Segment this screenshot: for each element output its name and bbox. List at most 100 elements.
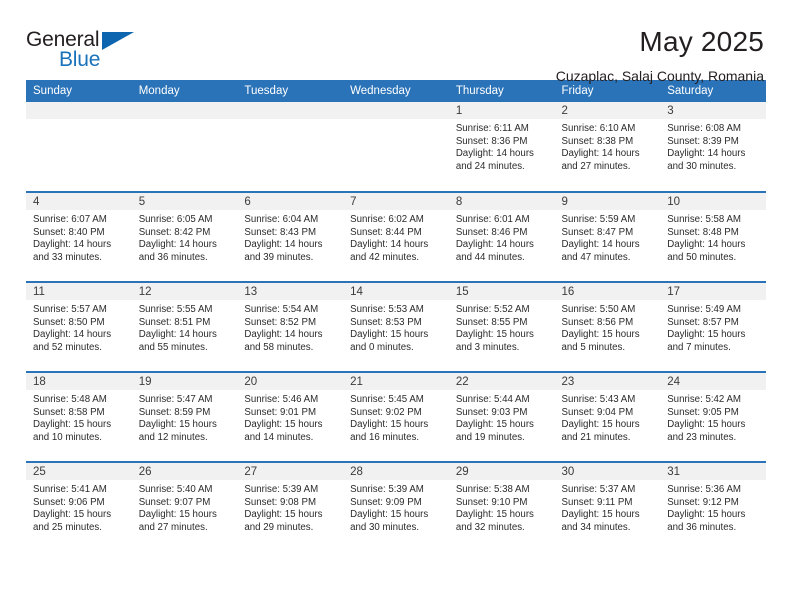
calendar-day-cell[interactable]: 18 Sunrise: 5:48 AM Sunset: 8:58 PM Dayligh… — [26, 371, 132, 462]
calendar-day-cell[interactable]: 2 Sunrise: 6:10 AM Sunset: 8:38 PM Daylight… — [554, 102, 661, 192]
day-detail-line: Sunrise: 6:01 AM — [455, 214, 530, 225]
calendar-week-row: 25 Sunrise: 5:41 AM Sunset: 9:06 PM Dayligh… — [26, 461, 766, 552]
day-detail-line: Sunset: 8:57 PM — [667, 316, 739, 328]
calendar-day-cell[interactable]: 20 Sunrise: 5:46 AM Sunset: 9:01 PM Dayligh… — [237, 371, 344, 462]
day-detail-line: Sunrise: 5:43 AM — [561, 394, 636, 405]
day-detail-line: Daylight: 14 hours — [350, 239, 429, 251]
calendar-week-row: 1 Sunrise: 6:11 AM Sunset: 8:36 PM Daylight… — [26, 102, 766, 192]
day-detail-line: Daylight: 14 hours — [33, 329, 112, 341]
day-detail-line: Sunrise: 5:46 AM — [244, 394, 319, 405]
day-detail-line: Daylight: 14 hours — [667, 239, 746, 251]
day-detail-line: Daylight: 14 hours — [561, 148, 640, 160]
day-detail-line: Sunrise: 5:39 AM — [244, 484, 319, 495]
day-number: 14 — [343, 283, 449, 300]
day-detail-line: Daylight: 15 hours — [33, 509, 112, 521]
day-detail-line: and 23 minutes. — [667, 431, 737, 443]
calendar-day-cell[interactable]: 24 Sunrise: 5:42 AM Sunset: 9:05 PM Dayligh… — [660, 371, 766, 462]
calendar-day-cell[interactable]: 11 Sunrise: 5:57 AM Sunset: 8:50 PM Dayligh… — [26, 281, 132, 372]
calendar-day-cell[interactable]: 19 Sunrise: 5:47 AM Sunset: 8:59 PM Dayligh… — [131, 371, 238, 462]
day-details: Sunrise: 5:39 AM Sunset: 9:08 PM Daylight:… — [237, 480, 343, 534]
calendar-day-cell[interactable]: 8 Sunrise: 6:01 AM Sunset: 8:46 PM Daylight… — [448, 191, 555, 282]
calendar-day-cell[interactable]: 14 Sunrise: 5:53 AM Sunset: 8:53 PM Dayligh… — [343, 281, 449, 372]
day-number: 23 — [554, 373, 661, 390]
weekday-header-wednesday: Wednesday — [343, 80, 449, 102]
day-detail-line: Daylight: 15 hours — [244, 509, 323, 521]
day-number: 3 — [660, 102, 766, 119]
calendar-day-cell-empty — [237, 102, 344, 192]
day-detail-line: Daylight: 14 hours — [138, 239, 217, 251]
weekday-header-tuesday: Tuesday — [237, 80, 344, 102]
day-detail-line: Daylight: 15 hours — [138, 419, 217, 431]
calendar-day-cell[interactable]: 17 Sunrise: 5:49 AM Sunset: 8:57 PM Dayligh… — [660, 281, 766, 372]
day-detail-line: and 39 minutes. — [244, 251, 314, 263]
calendar-day-cell[interactable]: 21 Sunrise: 5:45 AM Sunset: 9:02 PM Dayligh… — [343, 371, 449, 462]
calendar-day-cell[interactable]: 5 Sunrise: 6:05 AM Sunset: 8:42 PM Daylight… — [131, 191, 238, 282]
calendar-day-cell[interactable]: 3 Sunrise: 6:08 AM Sunset: 8:39 PM Daylight… — [660, 102, 766, 192]
day-details: Sunrise: 5:53 AM Sunset: 8:53 PM Daylight:… — [343, 300, 449, 354]
day-detail-line: Daylight: 15 hours — [455, 509, 534, 521]
day-detail-line: Sunrise: 6:02 AM — [350, 214, 424, 225]
day-detail-line: and 36 minutes. — [138, 251, 208, 263]
calendar-day-cell[interactable]: 31 Sunrise: 5:36 AM Sunset: 9:12 PM Dayligh… — [660, 461, 766, 552]
calendar-day-cell[interactable]: 13 Sunrise: 5:54 AM Sunset: 8:52 PM Dayligh… — [237, 281, 344, 372]
day-detail-line: Sunrise: 5:37 AM — [561, 484, 636, 495]
calendar-day-cell[interactable]: 27 Sunrise: 5:39 AM Sunset: 9:08 PM Dayligh… — [237, 461, 344, 552]
calendar-day-cell[interactable]: 15 Sunrise: 5:52 AM Sunset: 8:55 PM Dayligh… — [448, 281, 555, 372]
calendar-day-cell[interactable]: 28 Sunrise: 5:39 AM Sunset: 9:09 PM Dayligh… — [343, 461, 449, 552]
day-detail-line: Sunrise: 5:54 AM — [244, 304, 319, 315]
day-details: Sunrise: 5:50 AM Sunset: 8:56 PM Daylight:… — [555, 300, 661, 354]
calendar-day-cell[interactable]: 25 Sunrise: 5:41 AM Sunset: 9:06 PM Dayligh… — [26, 461, 132, 552]
day-detail-line: Sunrise: 6:04 AM — [244, 214, 319, 225]
day-detail-line: Sunset: 8:42 PM — [138, 226, 211, 238]
calendar-day-cell[interactable]: 12 Sunrise: 5:55 AM Sunset: 8:51 PM Dayligh… — [131, 281, 238, 372]
day-details: Sunrise: 5:47 AM Sunset: 8:59 PM Daylight:… — [132, 390, 238, 444]
title-block: May 2025 Cuzaplac, Salaj County, Romania — [556, 26, 766, 86]
calendar-day-cell[interactable]: 6 Sunrise: 6:04 AM Sunset: 8:43 PM Daylight… — [237, 191, 344, 282]
day-detail-line: and 7 minutes. — [667, 341, 731, 353]
calendar-day-cell[interactable]: 9 Sunrise: 5:59 AM Sunset: 8:47 PM Daylight… — [554, 191, 661, 282]
day-detail-line: and 52 minutes. — [33, 341, 102, 353]
calendar-day-cell[interactable]: 23 Sunrise: 5:43 AM Sunset: 9:04 PM Dayligh… — [554, 371, 661, 462]
day-number: 24 — [660, 373, 766, 390]
day-detail-line: Sunrise: 6:05 AM — [138, 214, 213, 225]
calendar-day-cell[interactable]: 10 Sunrise: 5:58 AM Sunset: 8:48 PM Dayligh… — [660, 191, 766, 282]
day-detail-line: and 21 minutes. — [561, 431, 631, 443]
day-details: Sunrise: 5:40 AM Sunset: 9:07 PM Daylight:… — [132, 480, 238, 534]
day-number — [237, 102, 344, 119]
day-detail-line: Daylight: 15 hours — [350, 329, 429, 341]
day-detail-line: Daylight: 14 hours — [33, 239, 112, 251]
day-number: 1 — [448, 102, 555, 119]
day-detail-line: Sunrise: 5:45 AM — [350, 394, 424, 405]
day-detail-line: Sunset: 8:56 PM — [561, 316, 634, 328]
day-detail-line: and 44 minutes. — [455, 251, 525, 263]
day-detail-line: and 29 minutes. — [244, 521, 314, 533]
day-detail-line: and 10 minutes. — [33, 431, 102, 443]
day-detail-line: Sunrise: 5:53 AM — [350, 304, 424, 315]
day-detail-line: Sunset: 9:07 PM — [138, 496, 211, 508]
day-number: 26 — [131, 463, 238, 480]
day-detail-line: Daylight: 14 hours — [455, 239, 534, 251]
day-details: Sunrise: 5:45 AM Sunset: 9:02 PM Daylight:… — [343, 390, 449, 444]
day-number: 17 — [660, 283, 766, 300]
day-details: Sunrise: 5:52 AM Sunset: 8:55 PM Daylight:… — [449, 300, 555, 354]
calendar-day-cell[interactable]: 29 Sunrise: 5:38 AM Sunset: 9:10 PM Dayligh… — [448, 461, 555, 552]
day-detail-line: Sunrise: 5:50 AM — [561, 304, 636, 315]
day-detail-line: Daylight: 14 hours — [561, 239, 640, 251]
day-detail-line: Sunset: 8:40 PM — [33, 226, 105, 238]
calendar-day-cell[interactable]: 16 Sunrise: 5:50 AM Sunset: 8:56 PM Dayligh… — [554, 281, 661, 372]
day-details: Sunrise: 6:11 AM Sunset: 8:36 PM Daylight:… — [449, 119, 555, 173]
calendar-day-cell[interactable]: 22 Sunrise: 5:44 AM Sunset: 9:03 PM Dayligh… — [448, 371, 555, 462]
calendar-day-cell[interactable]: 26 Sunrise: 5:40 AM Sunset: 9:07 PM Dayligh… — [131, 461, 238, 552]
general-blue-logo[interactable]: General Blue — [26, 26, 146, 74]
calendar-day-cell[interactable]: 7 Sunrise: 6:02 AM Sunset: 8:44 PM Daylight… — [343, 191, 449, 282]
calendar-day-cell[interactable]: 4 Sunrise: 6:07 AM Sunset: 8:40 PM Daylight… — [26, 191, 132, 282]
day-detail-line: Sunset: 8:44 PM — [350, 226, 422, 238]
day-detail-line: Sunset: 9:01 PM — [244, 406, 317, 418]
day-detail-line: Daylight: 15 hours — [667, 419, 746, 431]
day-details: Sunrise: 6:04 AM Sunset: 8:43 PM Daylight:… — [237, 210, 343, 264]
day-detail-line: Daylight: 14 hours — [455, 148, 534, 160]
day-detail-line: Daylight: 15 hours — [455, 329, 534, 341]
day-detail-line: Sunrise: 5:36 AM — [667, 484, 741, 495]
calendar-day-cell[interactable]: 30 Sunrise: 5:37 AM Sunset: 9:11 PM Dayligh… — [554, 461, 661, 552]
calendar-day-cell[interactable]: 1 Sunrise: 6:11 AM Sunset: 8:36 PM Daylight… — [448, 102, 555, 192]
